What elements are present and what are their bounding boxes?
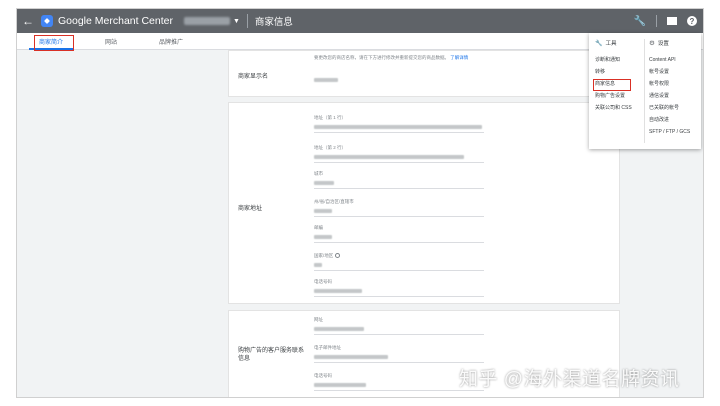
header-actions: 🔧 ? xyxy=(634,9,697,33)
field-underline xyxy=(314,188,484,189)
menu-item-communication[interactable]: 通信设置 xyxy=(649,90,690,102)
email-field[interactable]: 电子邮件地址 xyxy=(314,345,484,363)
account-name-redacted xyxy=(183,17,230,25)
field-value-redacted xyxy=(314,209,332,213)
display-name-label: 商家显示名 xyxy=(238,74,269,80)
arrow-left-icon[interactable]: ← xyxy=(17,14,39,28)
field-label: 电子邮件地址 xyxy=(314,345,341,350)
display-name-field xyxy=(314,74,484,82)
menu-item-account-access[interactable]: 帐号权限 xyxy=(649,78,690,90)
menu-item-account-settings[interactable]: 帐号设置 xyxy=(649,66,690,78)
field-underline xyxy=(314,296,484,297)
settings-title: 设置 xyxy=(657,41,669,47)
app-title: Google Merchant Center xyxy=(58,15,173,27)
wrench-icon[interactable]: 🔧 xyxy=(634,16,646,27)
display-name-card: 商家显示名 要更改您的商店名称，请在下方进行修改并重新提交您的商品数据。 了解详… xyxy=(229,51,619,96)
chevron-down-icon: ▼ xyxy=(232,17,240,25)
field-value-redacted xyxy=(314,327,364,331)
field-underline xyxy=(314,270,484,271)
field-underline xyxy=(314,334,484,335)
field-value-redacted xyxy=(314,155,464,159)
postal-code-field[interactable]: 邮编 xyxy=(314,225,484,243)
field-underline xyxy=(314,162,484,163)
country-label-text: 国家/地区 xyxy=(314,253,334,258)
menu-item-auto-improvements[interactable]: 自动改进 xyxy=(649,114,690,126)
menu-divider xyxy=(644,39,645,143)
business-address-label: 商家地址 xyxy=(238,206,263,212)
field-underline xyxy=(314,216,484,217)
field-label: 地址（第 2 行） xyxy=(314,145,347,150)
field-underline xyxy=(314,132,484,133)
description-text: 要更改您的商店名称，请在下方进行修改并重新提交您的商品数据。 xyxy=(314,55,449,60)
address-line1-field[interactable]: 地址（第 1 行） xyxy=(314,115,484,133)
wrench-icon: 🔧 xyxy=(595,40,603,47)
menu-item-shopping-ads-settings[interactable]: 购物广告设置 xyxy=(595,90,632,102)
icon-divider xyxy=(656,15,657,27)
menu-item-business-info[interactable]: 商家信息 xyxy=(593,78,632,91)
field-value-redacted xyxy=(314,235,332,239)
field-label: 邮编 xyxy=(314,225,323,230)
settings-heading: ⚙ 设置 xyxy=(649,39,690,47)
app-window: ← Google Merchant Center ▼ 商家信息 🔧 ? 商家简介… xyxy=(16,8,704,398)
state-field[interactable]: 州/省/自治区/直辖市 xyxy=(314,199,484,217)
field-label: 地址（第 1 行） xyxy=(314,115,347,120)
tools-title: 工具 xyxy=(605,41,617,47)
field-label: 城市 xyxy=(314,171,323,176)
website-url-field[interactable]: 网址 xyxy=(314,317,484,335)
business-address-card: 商家地址 地址（第 1 行） 地址（第 2 行） 城市 州/省/自治区/直辖市 … xyxy=(229,103,619,303)
mail-icon[interactable] xyxy=(667,17,677,25)
tools-column: 🔧 工具 诊断和通知 转移 商家信息 购物广告设置 关联公司和 CSS xyxy=(593,39,632,114)
field-underline xyxy=(314,242,484,243)
menu-item-content-api[interactable]: Content API xyxy=(649,54,690,66)
info-icon[interactable] xyxy=(335,253,341,259)
learn-more-link[interactable]: 了解详情 xyxy=(450,55,468,60)
city-field[interactable]: 城市 xyxy=(314,171,484,189)
menu-item-linked-accounts[interactable]: 已关联的帐号 xyxy=(649,102,690,114)
field-value-redacted xyxy=(314,78,338,82)
field-label: 网址 xyxy=(314,317,323,322)
field-underline xyxy=(314,362,484,363)
tab-brand-promotion[interactable]: 品牌推广 xyxy=(159,37,183,46)
settings-column: ⚙ 设置 Content API 帐号设置 帐号权限 通信设置 已关联的帐号 自… xyxy=(649,39,690,138)
customer-service-label: 购物广告的客户服务联系信息 xyxy=(238,348,305,362)
field-value-redacted xyxy=(314,289,362,293)
field-value-redacted xyxy=(314,181,334,185)
top-bar: ← Google Merchant Center ▼ 商家信息 🔧 ? xyxy=(17,9,703,33)
phone-field[interactable]: 电话号码 xyxy=(314,279,484,297)
field-label: 州/省/自治区/直辖市 xyxy=(314,199,354,204)
page-title: 商家信息 xyxy=(254,17,293,28)
highlight-box xyxy=(34,35,74,51)
address-line2-field[interactable]: 地址（第 2 行） xyxy=(314,145,484,163)
help-icon[interactable]: ? xyxy=(687,16,697,26)
field-value-redacted xyxy=(314,263,322,267)
field-value-redacted xyxy=(314,125,482,129)
account-selector[interactable]: ▼ xyxy=(181,17,240,25)
country-field[interactable]: 国家/地区 xyxy=(314,253,484,271)
field-value-redacted xyxy=(314,383,366,387)
tools-settings-dropdown: 🔧 工具 诊断和通知 转移 商家信息 购物广告设置 关联公司和 CSS ⚙ 设置… xyxy=(589,33,701,149)
gear-icon: ⚙ xyxy=(649,40,655,47)
menu-item-transfer[interactable]: 转移 xyxy=(595,66,632,78)
menu-item-sftp[interactable]: SFTP / FTP / GCS xyxy=(649,126,690,138)
menu-item-diagnostics[interactable]: 诊断和通知 xyxy=(595,54,632,66)
field-label: 国家/地区 xyxy=(314,253,484,259)
merchant-center-logo xyxy=(41,15,53,27)
field-value-redacted xyxy=(314,355,388,359)
tab-website[interactable]: 网站 xyxy=(105,37,117,46)
field-label: 电话号码 xyxy=(314,279,332,284)
header-divider xyxy=(246,14,248,28)
tools-heading: 🔧 工具 xyxy=(595,39,632,48)
display-name-description: 要更改您的商店名称，请在下方进行修改并重新提交您的商品数据。 了解详情 xyxy=(314,55,468,61)
menu-item-affiliates-css[interactable]: 关联公司和 CSS xyxy=(595,102,632,114)
watermark: 知乎 @海外渠道名牌资讯 xyxy=(459,369,680,390)
